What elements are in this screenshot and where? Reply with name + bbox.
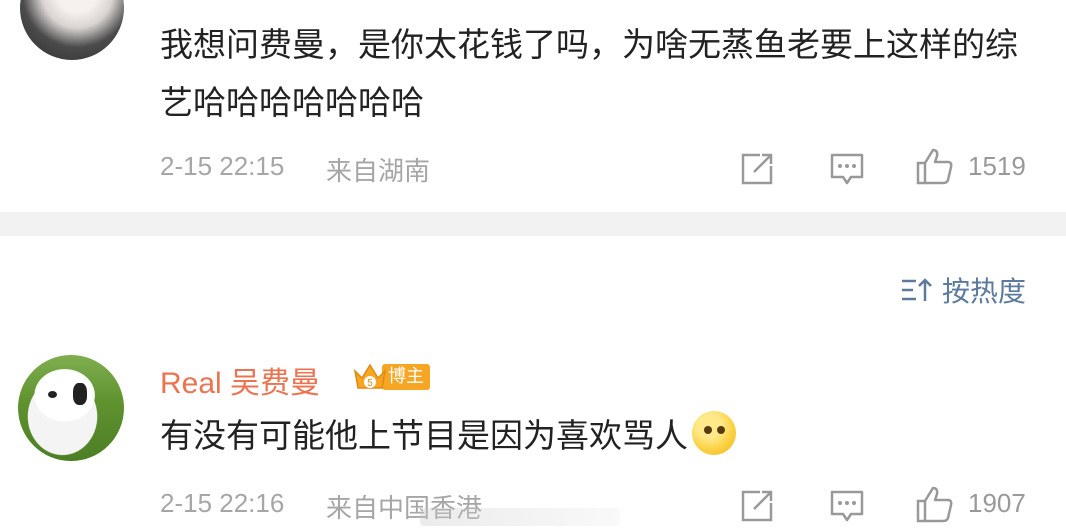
comment-icon[interactable] [829, 489, 865, 523]
comment-icon[interactable] [829, 152, 865, 186]
watermark [420, 508, 620, 526]
like-icon[interactable] [915, 146, 955, 186]
share-icon[interactable] [740, 152, 774, 186]
like-icon[interactable] [915, 484, 955, 524]
badge-level: 5 [367, 378, 373, 389]
sort-button[interactable]: 按热度 [900, 270, 1026, 310]
avatar-ear [73, 383, 87, 405]
section-divider [0, 212, 1066, 236]
share-icon[interactable] [740, 489, 774, 523]
avatar[interactable] [20, 0, 124, 60]
author-badge[interactable]: 5 博主 [352, 360, 430, 394]
comment-text-content: 有没有可能他上节目是因为喜欢骂人 [160, 416, 688, 455]
avatar-nose [48, 391, 57, 398]
comment-time: 2-15 22:15 [160, 151, 285, 181]
comment-time: 2-15 22:16 [160, 488, 285, 518]
sort-icon [902, 278, 932, 301]
crown-icon: 5 [353, 363, 387, 389]
badge-label: 博主 [382, 364, 430, 390]
comment-location: 来自湖南 [326, 156, 431, 186]
sort-label: 按热度 [942, 275, 1027, 308]
like-count: 1519 [968, 151, 1026, 181]
like-count: 1907 [968, 488, 1026, 518]
thinking-emoji [692, 411, 736, 455]
comment-text: 我想问费曼，是你太花钱了吗，为啥无蒸鱼老要上这样的综艺哈哈哈哈哈哈哈 [160, 25, 1018, 122]
comment-text: 有没有可能他上节目是因为喜欢骂人 [160, 407, 736, 465]
username[interactable]: Real 吴费曼 [160, 358, 320, 402]
avatar[interactable] [18, 355, 124, 461]
